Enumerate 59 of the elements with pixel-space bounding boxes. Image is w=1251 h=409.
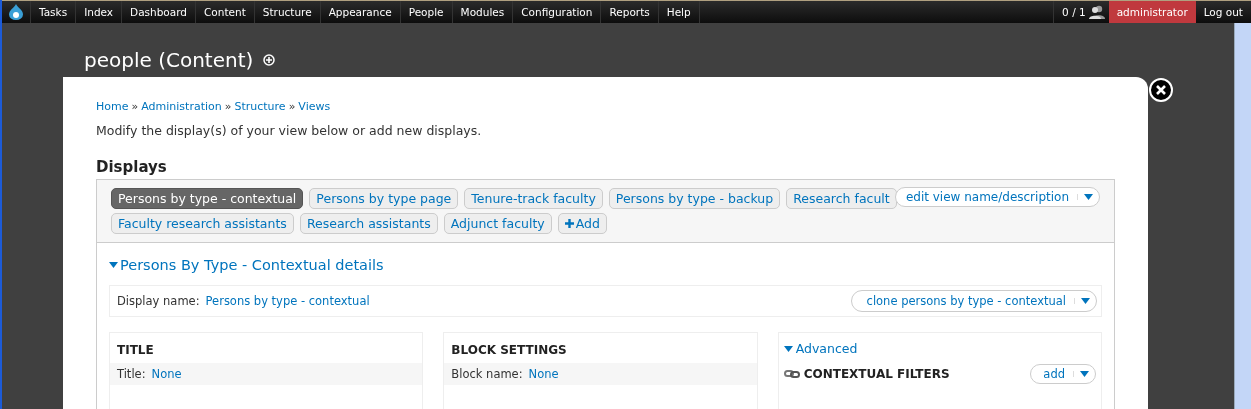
breadcrumb-link[interactable]: Administration bbox=[141, 100, 222, 113]
description-text: Modify the display(s) of your view below or add new displays. bbox=[96, 123, 483, 138]
toolbar-menu-item[interactable]: Index bbox=[76, 1, 123, 23]
close-icon[interactable] bbox=[1149, 78, 1173, 102]
caret-icon bbox=[783, 345, 793, 352]
breadcrumb-link[interactable]: Home bbox=[96, 100, 129, 113]
column-heading: TITLE bbox=[116, 342, 155, 359]
breadcrumb-link[interactable]: Views bbox=[298, 100, 331, 113]
toolbar-menu-item[interactable]: Content bbox=[196, 1, 255, 23]
display-tab[interactable]: Research facult bbox=[786, 188, 897, 209]
advanced-toggle[interactable]: Advanced bbox=[783, 341, 1096, 356]
details-toggle[interactable]: Persons By Type - Contextual details bbox=[109, 257, 1102, 273]
user-link[interactable]: administrator bbox=[1108, 1, 1196, 23]
displays-heading: Displays bbox=[96, 158, 168, 176]
caret-icon bbox=[1080, 371, 1089, 377]
add-circle-icon[interactable] bbox=[263, 54, 276, 66]
toolbar-menu-item[interactable]: Tasks bbox=[31, 1, 77, 23]
display-tab[interactable]: Persons by type - contextual bbox=[111, 188, 304, 209]
column-heading: BLOCK SETTINGS bbox=[450, 342, 568, 359]
toolbar-menu-item[interactable]: Appearance bbox=[320, 1, 401, 23]
user-counter: 0 / 1 bbox=[1062, 6, 1086, 18]
breadcrumb-separator: » bbox=[288, 100, 296, 113]
display-name-label: Display name: bbox=[117, 294, 200, 308]
display-tab[interactable]: Tenure-track faculty bbox=[464, 188, 603, 209]
caret-icon bbox=[1084, 194, 1093, 200]
toolbar-menu-item[interactable]: Structure bbox=[254, 1, 321, 23]
setting-link[interactable]: None bbox=[151, 367, 182, 381]
toolbar-menu-item[interactable]: Configuration bbox=[513, 1, 602, 23]
toolbar-menu-item[interactable]: Modules bbox=[452, 1, 514, 23]
filters-heading: CONTEXTUAL FILTERS bbox=[803, 367, 950, 381]
display-tab[interactable]: Persons by type page bbox=[309, 188, 459, 209]
users-icon bbox=[1088, 5, 1105, 19]
edit-view-button[interactable]: edit view name/description bbox=[894, 187, 1100, 207]
scrollbar[interactable] bbox=[1234, 23, 1251, 409]
clone-display-button[interactable]: clone persons by type - contextual bbox=[850, 290, 1097, 312]
toolbar-menu-item[interactable]: Reports bbox=[601, 1, 659, 23]
toolbar-menu-item[interactable]: Help bbox=[658, 1, 700, 23]
breadcrumb-separator: » bbox=[131, 100, 139, 113]
breadcrumb-link[interactable]: Structure bbox=[234, 100, 286, 113]
setting-label: Block name: bbox=[451, 367, 523, 381]
add-filter-button[interactable]: add bbox=[1030, 364, 1096, 384]
page-title: people (Content) bbox=[84, 48, 254, 72]
link-icon bbox=[783, 367, 800, 381]
setting-link[interactable]: None bbox=[528, 367, 559, 381]
drop-logo-icon[interactable] bbox=[9, 4, 23, 20]
plus-icon bbox=[564, 219, 574, 228]
display-name-link[interactable]: Persons by type - contextual bbox=[205, 294, 370, 308]
toolbar-menu-item[interactable]: Dashboard bbox=[122, 1, 196, 23]
add-display-button[interactable]: Add bbox=[557, 213, 607, 234]
display-tab[interactable]: Adjunct faculty bbox=[443, 213, 552, 234]
breadcrumb-separator: » bbox=[224, 100, 232, 113]
display-tab[interactable]: Persons by type - backup bbox=[608, 188, 781, 209]
toolbar-menu-item[interactable]: People bbox=[400, 1, 453, 23]
logout-link[interactable]: Log out bbox=[1195, 1, 1251, 23]
display-tab[interactable]: Faculty research assistants bbox=[111, 213, 294, 234]
display-tab[interactable]: Research assistants bbox=[299, 213, 438, 234]
caret-icon bbox=[109, 262, 118, 268]
caret-icon bbox=[1081, 298, 1090, 304]
setting-label: Title: bbox=[117, 367, 146, 381]
